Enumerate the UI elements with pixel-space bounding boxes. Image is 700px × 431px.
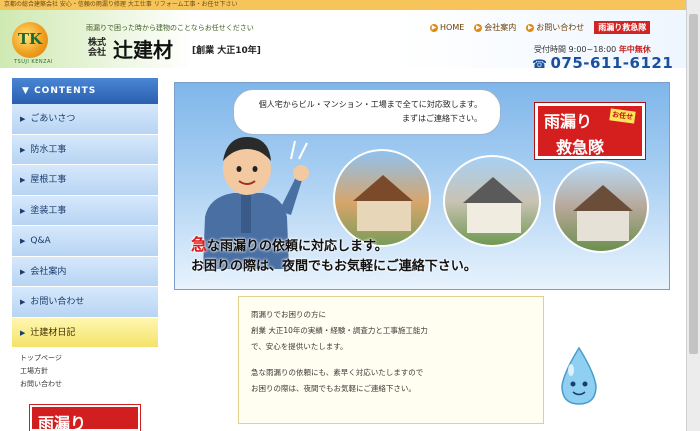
chevron-right-icon: ▶ (20, 115, 26, 123)
nav-company-label: 会社案内 (484, 23, 517, 32)
sidebar-item-label: 屋根工事 (30, 175, 67, 185)
sidebar-item-label: ごあいさつ (30, 114, 76, 124)
sidebar-item-label: 防水工事 (30, 144, 67, 155)
sidebar-item-waterproofing[interactable]: ▶ 防水工事 (12, 134, 158, 165)
intro-line: 創業 大正10年の実績・経験・調査力と工事施工能力 (251, 326, 428, 335)
logo-subtext: TSUJI KENZAI (14, 59, 53, 65)
sublink-contact[interactable]: お問い合わせ (20, 378, 62, 391)
badge-line-1: 雨漏り (544, 112, 593, 131)
site-header: TK TSUJI KENZAI 雨漏りで困った時から建物のことならお任せください… (0, 10, 686, 72)
headline-line-2: お困りの際は、夜間でもお気軽にご連絡下さい。 (191, 259, 477, 274)
nav-home-label: HOME (440, 23, 465, 32)
phone-text: 075-611-6121 (550, 54, 674, 72)
chevron-right-icon: ▶ (20, 176, 26, 184)
intro-line: 雨漏りでお困りの方に (251, 310, 326, 319)
phone-icon: ☎ (532, 57, 548, 71)
chevron-right-icon: ▶ (20, 206, 26, 215)
top-nav: ▶ HOME ▶ 会社案内 ▶ お問い合わせ 雨漏り救急隊 (430, 21, 651, 34)
hours-note: 年中無休 (618, 45, 651, 54)
house-photo-2 (443, 155, 541, 247)
sidebar-sublinks: トップページ 工場方針 お問い合わせ (20, 352, 62, 391)
sidebar-heading: ▼ CONTENTS (12, 78, 158, 104)
sidebar-item-label: 辻建材日記 (30, 327, 76, 338)
phone-number[interactable]: ☎ 075-611-6121 (532, 54, 673, 72)
sidebar-nav: ▼ CONTENTS ▶ ごあいさつ ▶ 防水工事 ▶ 屋根工事 ▶ 塗装工事 ▶ Q&A… (12, 78, 158, 348)
site-tagline: 雨漏りで困った時から建物のことならお任せください (86, 24, 254, 32)
nav-company-link[interactable]: ▶ 会社案内 (474, 21, 516, 34)
sidebar-item-label: Q&A (30, 236, 51, 246)
sidebar-item-company[interactable]: ▶ 会社案内 (12, 256, 158, 287)
chevron-right-icon: ▶ (20, 145, 26, 154)
chevron-right-icon: ▶ (20, 237, 26, 245)
chevron-right-icon: ▶ (20, 267, 26, 276)
emergency-button[interactable]: 雨漏り救急隊 (594, 21, 651, 34)
sidebar-item-contact[interactable]: ▶ お問い合わせ (12, 287, 158, 318)
house-photo-1 (333, 149, 431, 247)
intro-line: 急な雨漏りの依頼にも、素早く対応いたしますので (251, 368, 424, 377)
nav-contact-link[interactable]: ▶ お問い合わせ (526, 21, 584, 34)
founded-label: [創業 大正10年] (192, 46, 261, 56)
sidebar-item-roofing[interactable]: ▶ 屋根工事 (12, 165, 158, 196)
vertical-scrollbar[interactable] (686, 0, 700, 431)
headline-accent: 急 (191, 235, 208, 254)
intro-line: で、安心を提供いたします。 (251, 342, 348, 351)
mail-icon: ▶ (526, 23, 535, 32)
badge-tag: お任せ (609, 108, 636, 124)
intro-box: 雨漏りでお困りの方に 創業 大正10年の実績・経験・調査力と工事施工能力 で、安… (238, 296, 544, 424)
company-logo[interactable]: TK (12, 22, 48, 58)
nav-contact-label: お問い合わせ (536, 23, 585, 32)
hero-headline: 急な雨漏りの依頼に対応します。 お困りの際は、夜間でもお気軽にご連絡下さい。 (191, 235, 661, 277)
speech-line-1: 個人宅からビル・マンション・工場まで全てに対応致します。 (258, 100, 482, 109)
sidebar-item-diary[interactable]: ▶ 辻建材日記 (12, 317, 158, 348)
sidebar-item-label: 会社案内 (30, 266, 67, 277)
headline-line-1: な雨漏りの依頼に対応します。 (207, 239, 388, 254)
sidebar-item-qa[interactable]: ▶ Q&A (12, 226, 158, 257)
emergency-banner-text: 雨漏り (38, 414, 87, 431)
hero-banner: 個人宅からビル・マンション・工場まで全てに対応致します。 まずはご連絡下さい。 … (174, 82, 670, 290)
company-name: 辻建材 (113, 38, 173, 62)
logo-letters: TK (17, 30, 43, 48)
sublink-top[interactable]: トップページ (20, 352, 62, 365)
company-icon: ▶ (474, 23, 483, 32)
top-strip: 京都の総合建築会社 安心・信頼の雨漏り修理 大工仕事 リフォーム工事・お任せ下さ… (0, 0, 700, 10)
nav-home-link[interactable]: ▶ HOME (430, 21, 464, 34)
sublink-policy[interactable]: 工場方針 (20, 365, 62, 378)
home-icon: ▶ (430, 23, 438, 32)
sidebar-item-greeting[interactable]: ▶ ごあいさつ (12, 104, 158, 135)
chevron-right-icon: ▶ (20, 298, 26, 306)
top-strip-text: 京都の総合建築会社 安心・信頼の雨漏り修理 大工仕事 リフォーム工事・お任せ下さ… (4, 1, 238, 8)
sidebar-item-painting[interactable]: ▶ 塗装工事 (12, 195, 158, 226)
sidebar-heading-text: CONTENTS (34, 86, 97, 96)
chevron-right-icon: ▶ (20, 328, 26, 337)
badge-line-2: 救急隊 (556, 138, 605, 157)
scrollbar-thumb[interactable] (689, 14, 698, 354)
intro-line: お困りの際は、夜間でもお気軽にご連絡下さい。 (251, 384, 416, 393)
water-drop-mascot (561, 346, 597, 405)
company-prefix: 株式会社 (88, 38, 107, 58)
sidebar-item-label: 塗装工事 (30, 205, 67, 216)
emergency-banner[interactable]: 雨漏り (29, 404, 141, 431)
hours-text: 受付時間 9:00~18:00 (534, 45, 617, 54)
emergency-badge[interactable]: 雨漏り お任せ 救急隊 (535, 103, 645, 159)
sidebar-item-label: お問い合わせ (30, 297, 85, 307)
